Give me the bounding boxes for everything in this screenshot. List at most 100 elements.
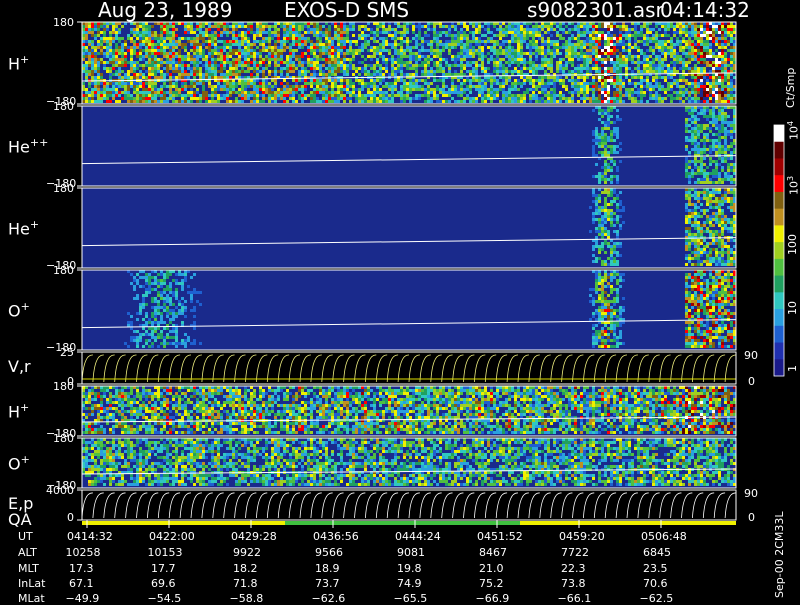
- cell: [307, 55, 310, 58]
- cell: [304, 43, 307, 46]
- cell: [442, 79, 445, 82]
- cell: [712, 70, 715, 73]
- cell: [211, 25, 214, 28]
- cell: [235, 37, 238, 40]
- cell: [178, 58, 181, 61]
- cell: [565, 97, 568, 100]
- cell: [463, 67, 466, 70]
- cell: [598, 233, 601, 236]
- cell: [307, 58, 310, 61]
- cell: [277, 64, 280, 67]
- cell: [472, 25, 475, 28]
- cell: [373, 34, 376, 37]
- cell: [310, 94, 313, 97]
- cell: [526, 67, 529, 70]
- cell: [268, 46, 271, 49]
- cell: [571, 82, 574, 85]
- cell: [598, 46, 601, 49]
- cell: [367, 100, 370, 103]
- cell: [310, 64, 313, 67]
- cell: [499, 58, 502, 61]
- cell: [274, 52, 277, 55]
- cell: [595, 194, 598, 197]
- cell: [337, 43, 340, 46]
- cell: [310, 79, 313, 82]
- cell: [388, 49, 391, 52]
- cell: [349, 28, 352, 31]
- cell: [145, 61, 148, 64]
- cell: [430, 67, 433, 70]
- cell: [568, 58, 571, 61]
- cell: [721, 79, 724, 82]
- cell: [535, 64, 538, 67]
- cell: [505, 79, 508, 82]
- cell: [256, 28, 259, 31]
- cell: [409, 49, 412, 52]
- cell: [544, 82, 547, 85]
- cell: [724, 121, 727, 124]
- cell: [145, 52, 148, 55]
- cell: [331, 82, 334, 85]
- cell: [730, 181, 733, 184]
- cell: [406, 49, 409, 52]
- cell: [595, 245, 598, 248]
- cell: [202, 37, 205, 40]
- cell: [460, 43, 463, 46]
- cell: [244, 58, 247, 61]
- cell: [163, 85, 166, 88]
- cell: [421, 49, 424, 52]
- cell: [256, 46, 259, 49]
- cell: [169, 82, 172, 85]
- cell: [325, 52, 328, 55]
- cell: [553, 85, 556, 88]
- cell: [163, 91, 166, 94]
- cell: [481, 49, 484, 52]
- cell: [583, 88, 586, 91]
- cell: [91, 46, 94, 49]
- cell: [226, 91, 229, 94]
- cell: [334, 85, 337, 88]
- cell: [343, 40, 346, 43]
- cell: [157, 70, 160, 73]
- cell: [439, 25, 442, 28]
- cell: [325, 49, 328, 52]
- cell: [175, 64, 178, 67]
- cell: [202, 52, 205, 55]
- cell: [598, 151, 601, 154]
- cell: [568, 100, 571, 103]
- cell: [166, 31, 169, 34]
- cell: [616, 130, 619, 133]
- cell: [397, 70, 400, 73]
- cell: [325, 85, 328, 88]
- cell: [607, 79, 610, 82]
- cell: [451, 73, 454, 76]
- cell: [532, 82, 535, 85]
- cell: [139, 97, 142, 100]
- cell: [154, 82, 157, 85]
- cell: [523, 79, 526, 82]
- cell: [490, 79, 493, 82]
- cell: [160, 28, 163, 31]
- cell: [655, 79, 658, 82]
- cell: [421, 88, 424, 91]
- cell: [292, 43, 295, 46]
- cell: [688, 178, 691, 181]
- cell: [133, 70, 136, 73]
- cell: [550, 55, 553, 58]
- cell: [679, 97, 682, 100]
- cell: [133, 46, 136, 49]
- cell: [496, 52, 499, 55]
- cell: [253, 82, 256, 85]
- cell: [400, 40, 403, 43]
- cell: [136, 46, 139, 49]
- cell: [598, 145, 601, 148]
- cell: [709, 151, 712, 154]
- cell: [364, 28, 367, 31]
- cell: [604, 40, 607, 43]
- cell: [247, 43, 250, 46]
- cell: [100, 58, 103, 61]
- cell: [220, 49, 223, 52]
- cell: [322, 25, 325, 28]
- cell: [718, 64, 721, 67]
- cell: [688, 43, 691, 46]
